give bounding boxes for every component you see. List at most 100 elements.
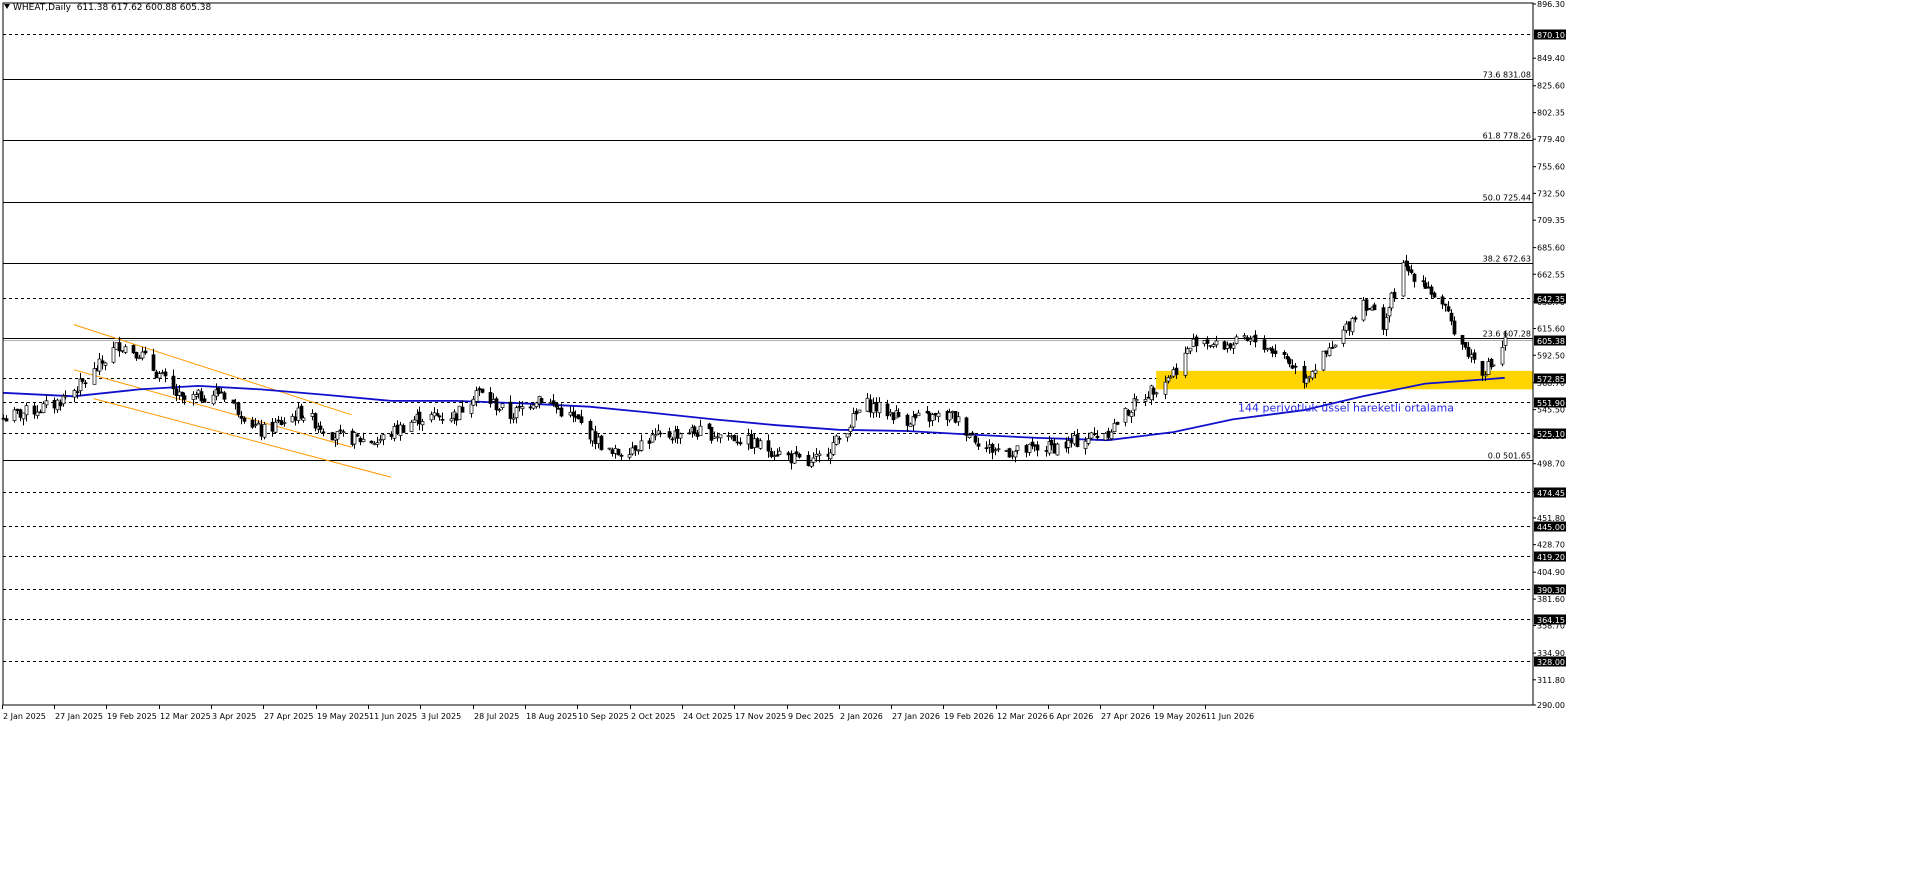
- candle-body: [738, 442, 743, 445]
- y-tick-label: 498.70: [1537, 460, 1565, 469]
- candle-body: [653, 434, 658, 437]
- candle-body: [735, 441, 740, 444]
- candle-body: [732, 435, 737, 442]
- candle-body: [196, 389, 201, 395]
- candle-body: [55, 399, 60, 411]
- candle-body: [378, 439, 383, 442]
- y-tick-label: 615.60: [1537, 325, 1565, 334]
- x-tick-label: 27 Jan 2025: [55, 712, 103, 721]
- candle-body: [828, 452, 833, 460]
- candle-body: [687, 432, 692, 435]
- candle-body: [381, 434, 386, 441]
- y-tick-label: 825.60: [1537, 82, 1565, 91]
- price-chart[interactable]: 896.30 849.40 825.60 802.35 779.40 755.60 732.…: [0, 0, 1916, 888]
- candle-body: [1004, 450, 1009, 452]
- candle-body: [131, 345, 136, 354]
- candle-body: [559, 407, 564, 417]
- candle-body: [1066, 440, 1071, 448]
- x-tick-label: 19 May 2025: [317, 712, 369, 721]
- candle-body: [554, 402, 559, 408]
- x-tick-label: 2 Oct 2025: [631, 712, 675, 721]
- candle-body: [1270, 348, 1275, 354]
- candle-body: [194, 394, 199, 397]
- candle-body: [695, 432, 700, 437]
- candle-body: [1401, 262, 1406, 297]
- candle-body: [1095, 435, 1100, 439]
- candle-body: [398, 424, 403, 436]
- candle-body: [1086, 438, 1091, 444]
- candle-body: [1483, 374, 1488, 377]
- candle-body: [1092, 433, 1097, 436]
- candle-body: [401, 425, 406, 433]
- candle-body: [1472, 352, 1477, 360]
- candle-body: [1228, 343, 1233, 349]
- x-tick-label: 19 May 2026: [1154, 712, 1206, 721]
- candle-body: [1052, 443, 1057, 454]
- candle-body: [75, 391, 80, 394]
- candle-body: [865, 397, 870, 412]
- collapse-triangle-icon[interactable]: [4, 4, 10, 9]
- candle-body: [341, 431, 346, 434]
- candle-body: [21, 412, 26, 420]
- y-tick-label: 381.60: [1537, 595, 1565, 604]
- candle-body: [667, 431, 672, 438]
- candle-body: [355, 434, 360, 437]
- candle-body: [1205, 339, 1210, 344]
- candle-body: [239, 415, 244, 419]
- candle-body: [636, 449, 641, 452]
- candle-body: [698, 425, 703, 436]
- candle-body: [352, 432, 357, 445]
- candle-body: [375, 442, 380, 445]
- candle-body: [1353, 317, 1358, 320]
- candle-body: [1134, 399, 1139, 402]
- candle-body: [1372, 304, 1377, 311]
- candle-body: [1103, 433, 1108, 441]
- candle-body: [1432, 292, 1437, 298]
- candle-body: [58, 401, 63, 407]
- candle-body: [1381, 307, 1386, 330]
- candle-body: [1115, 421, 1120, 425]
- x-tick-label: 12 Mar 2026: [997, 712, 1048, 721]
- candle-body: [1409, 269, 1414, 273]
- candle-body: [72, 390, 77, 398]
- candle-body: [817, 453, 822, 456]
- candle-body: [233, 402, 238, 405]
- level-price-label: 364.15: [1537, 616, 1565, 625]
- candle-body: [440, 418, 445, 421]
- candle-body: [1015, 445, 1020, 451]
- candle-body: [809, 461, 814, 467]
- candle-body: [794, 451, 799, 455]
- candle-body: [610, 449, 615, 454]
- candle-body: [573, 416, 578, 418]
- candle-body: [885, 403, 890, 417]
- candle-body: [1290, 365, 1295, 369]
- candle-body: [1154, 392, 1159, 395]
- y-tick-label: 755.60: [1537, 163, 1565, 172]
- candle-body: [534, 402, 539, 408]
- candle-body: [1384, 317, 1389, 330]
- candle-body: [599, 435, 604, 451]
- candle-body: [52, 399, 57, 409]
- candle-body: [1307, 376, 1312, 379]
- level-price-label: 445.00: [1537, 523, 1565, 532]
- candle-body: [18, 409, 23, 418]
- candle-body: [432, 412, 437, 417]
- candle-body: [670, 438, 675, 441]
- candle-body: [120, 349, 125, 352]
- level-price-label: 572.85: [1537, 375, 1565, 384]
- y-tick-label: 685.60: [1537, 244, 1565, 253]
- candle-body: [1486, 361, 1491, 375]
- candle-body: [282, 422, 287, 424]
- candle-body: [746, 435, 751, 445]
- candle-body: [437, 415, 442, 418]
- candle-body: [151, 354, 156, 371]
- chart-canvas[interactable]: 896.30 849.40 825.60 802.35 779.40 755.60 732.…: [0, 0, 1916, 888]
- x-tick-label: 18 Aug 2025: [526, 712, 577, 721]
- candle-body: [1044, 450, 1049, 452]
- candle-body: [1500, 346, 1505, 365]
- candle-body: [1032, 444, 1037, 447]
- candle-body: [1109, 431, 1114, 439]
- candle-body: [1324, 350, 1329, 354]
- x-tick-label: 19 Feb 2026: [944, 712, 994, 721]
- candle-body: [607, 447, 612, 450]
